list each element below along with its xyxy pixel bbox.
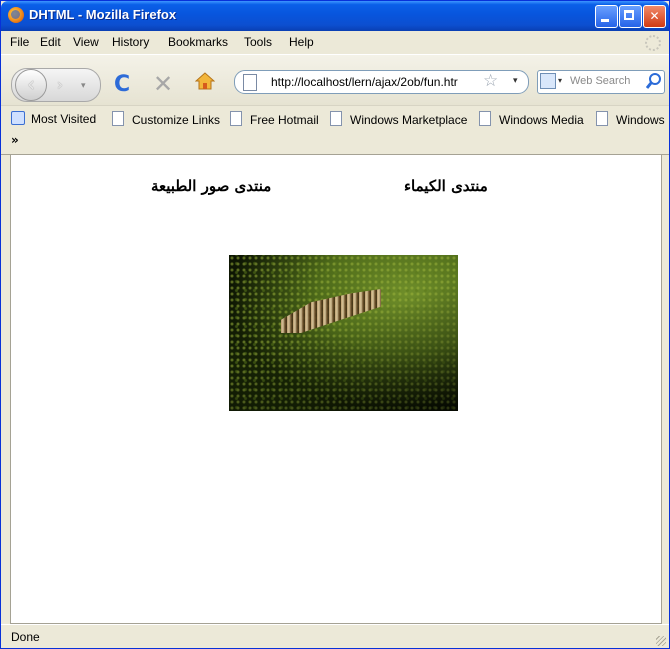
page-icon — [243, 74, 257, 91]
page-content: منتدى صور الطبيعة منتدى الكيماء — [10, 155, 662, 624]
menu-history[interactable]: History — [112, 35, 149, 49]
status-text: Done — [11, 630, 40, 644]
bookmark-windows[interactable]: Windows — [596, 111, 665, 127]
link-chemistry-forum[interactable]: منتدى الكيماء — [404, 177, 488, 195]
browser-window: DHTML - Mozilla Firefox ✕ File Edit View… — [0, 0, 670, 649]
bookmark-most-visited[interactable]: Most Visited — [11, 111, 96, 126]
back-button[interactable]: ‹ — [15, 69, 47, 101]
page-icon — [112, 111, 124, 126]
menu-bookmarks[interactable]: Bookmarks — [168, 35, 228, 49]
stop-icon[interactable]: ✕ — [153, 70, 173, 98]
minimize-button[interactable] — [595, 5, 618, 28]
resize-grip-icon[interactable] — [656, 636, 666, 646]
title-bar[interactable]: DHTML - Mozilla Firefox ✕ — [1, 1, 669, 31]
most-visited-icon — [11, 111, 25, 125]
page-icon — [330, 111, 342, 126]
bookmarks-overflow-chevron-icon[interactable]: » — [11, 133, 19, 147]
menu-edit[interactable]: Edit — [40, 35, 61, 49]
bookmark-label: Customize Links — [132, 113, 221, 127]
search-engine-icon[interactable] — [540, 73, 556, 89]
address-bar[interactable]: http://localhost/lern/ajax/2ob/fun.htr ☆… — [234, 70, 529, 94]
navigation-toolbar: ‹ › ▾ C ✕ http://localhost/lern/ajax/2ob… — [1, 54, 669, 105]
back-arrow-icon: ‹ — [27, 72, 35, 96]
bookmarks-overflow-row: » — [1, 130, 669, 155]
menu-help[interactable]: Help — [289, 35, 314, 49]
url-dropdown-icon[interactable]: ▾ — [513, 76, 518, 86]
firefox-icon — [8, 7, 24, 23]
reload-icon[interactable]: C — [114, 72, 130, 97]
link-nature-photos-forum[interactable]: منتدى صور الطبيعة — [151, 177, 271, 195]
bookmark-free-hotmail[interactable]: Free Hotmail — [230, 111, 319, 127]
bookmark-customize-links[interactable]: Customize Links — [112, 111, 220, 127]
search-box[interactable]: ▾ Web Search — [537, 70, 665, 94]
maximize-icon — [624, 10, 634, 20]
search-icon[interactable] — [646, 72, 662, 90]
forward-button[interactable]: › — [49, 75, 71, 95]
bookmark-label: Windows Marketplace — [350, 113, 468, 127]
forward-arrow-icon: › — [56, 75, 64, 94]
minimize-icon — [601, 19, 609, 22]
page-icon — [479, 111, 491, 126]
page-icon — [230, 111, 242, 126]
menu-tools[interactable]: Tools — [244, 35, 272, 49]
bookmark-label: Most Visited — [31, 112, 97, 126]
bookmark-label: Windows — [616, 113, 665, 127]
bookmarks-toolbar: Most Visited Customize Links Free Hotmai… — [1, 105, 669, 130]
menu-view[interactable]: View — [73, 35, 99, 49]
search-engine-dropdown-icon[interactable]: ▾ — [558, 76, 562, 85]
throbber-icon — [645, 35, 661, 51]
menu-file[interactable]: File — [10, 35, 29, 49]
bookmark-label: Free Hotmail — [250, 113, 319, 127]
bookmark-label: Windows Media — [499, 113, 584, 127]
history-dropdown-icon[interactable]: ▾ — [81, 81, 86, 91]
status-bar: Done — [1, 624, 669, 648]
bookmark-windows-marketplace[interactable]: Windows Marketplace — [330, 111, 467, 127]
maximize-button[interactable] — [619, 5, 642, 28]
forest-shadow — [229, 255, 458, 411]
bookmark-star-icon[interactable]: ☆ — [483, 71, 498, 91]
home-icon[interactable] — [195, 71, 215, 91]
window-title: DHTML - Mozilla Firefox — [29, 7, 177, 22]
url-input[interactable]: http://localhost/lern/ajax/2ob/fun.htr — [271, 75, 473, 89]
close-icon: ✕ — [649, 9, 660, 23]
search-input[interactable]: Web Search — [570, 75, 650, 87]
close-button[interactable]: ✕ — [643, 5, 666, 28]
page-icon — [596, 111, 608, 126]
bookmark-windows-media[interactable]: Windows Media — [479, 111, 584, 127]
forest-photo — [229, 255, 458, 411]
menu-bar: File Edit View History Bookmarks Tools H… — [1, 31, 669, 53]
